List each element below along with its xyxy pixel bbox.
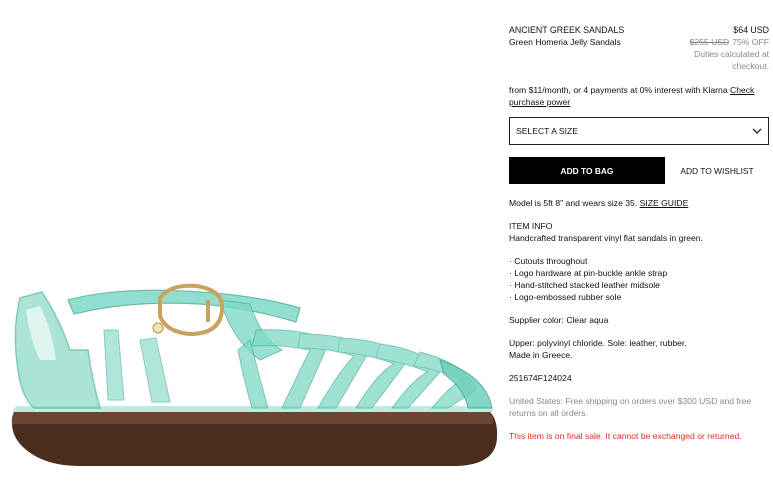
size-select[interactable]: SELECT A SIZE	[509, 117, 769, 145]
materials: Upper: polyvinyl chloride. Sole: leather…	[509, 338, 687, 348]
bullet-item: · Hand-stitched stacked leather midsole	[509, 280, 660, 290]
klarna-info: from $11/month, or 4 payments at 0% inte…	[509, 84, 769, 108]
size-guide-link[interactable]: SIZE GUIDE	[640, 198, 689, 208]
item-description: Handcrafted transparent vinyl flat sanda…	[509, 233, 703, 243]
chevron-down-icon	[752, 128, 762, 134]
supplier-color: Supplier color: Clear aqua	[509, 315, 609, 325]
origin: Made in Greece.	[509, 350, 573, 360]
brand-name[interactable]: ANCIENT GREEK SANDALS	[509, 24, 624, 36]
bullet-item: · Logo-embossed rubber sole	[509, 292, 622, 302]
product-image[interactable]	[0, 0, 500, 496]
discount-badge: 75% OFF	[732, 37, 769, 47]
sale-price: $64 USD	[733, 25, 769, 35]
klarna-text: from $11/month, or 4 payments at 0% inte…	[509, 85, 728, 95]
bullet-item: · Cutouts throughout	[509, 256, 588, 266]
bullet-item: · Logo hardware at pin-buckle ankle stra…	[509, 268, 668, 278]
model-info: Model is 5ft 8" and wears size 35. SIZE …	[509, 197, 769, 209]
item-info-heading: ITEM INFO	[509, 221, 553, 231]
product-sku: 251674F124024	[509, 373, 572, 383]
size-select-label: SELECT A SIZE	[516, 126, 578, 136]
product-details-panel: ANCIENT GREEK SANDALS $64 USD Green Home…	[509, 24, 769, 442]
add-to-bag-button[interactable]: ADD TO BAG	[509, 157, 665, 184]
sandal-illustration	[11, 283, 498, 466]
final-sale-warning: This item is on final sale. It cannot be…	[509, 431, 742, 441]
shipping-info: United States: Free shipping on orders o…	[509, 396, 752, 418]
add-to-wishlist-button[interactable]: ADD TO WISHLIST	[665, 157, 769, 184]
product-name: Green Homeria Jelly Sandals	[509, 37, 621, 47]
original-price: $255 USD	[689, 37, 730, 47]
duties-note: Duties calculated at checkout.	[694, 49, 769, 71]
model-text: Model is 5ft 8" and wears size 35.	[509, 198, 638, 208]
